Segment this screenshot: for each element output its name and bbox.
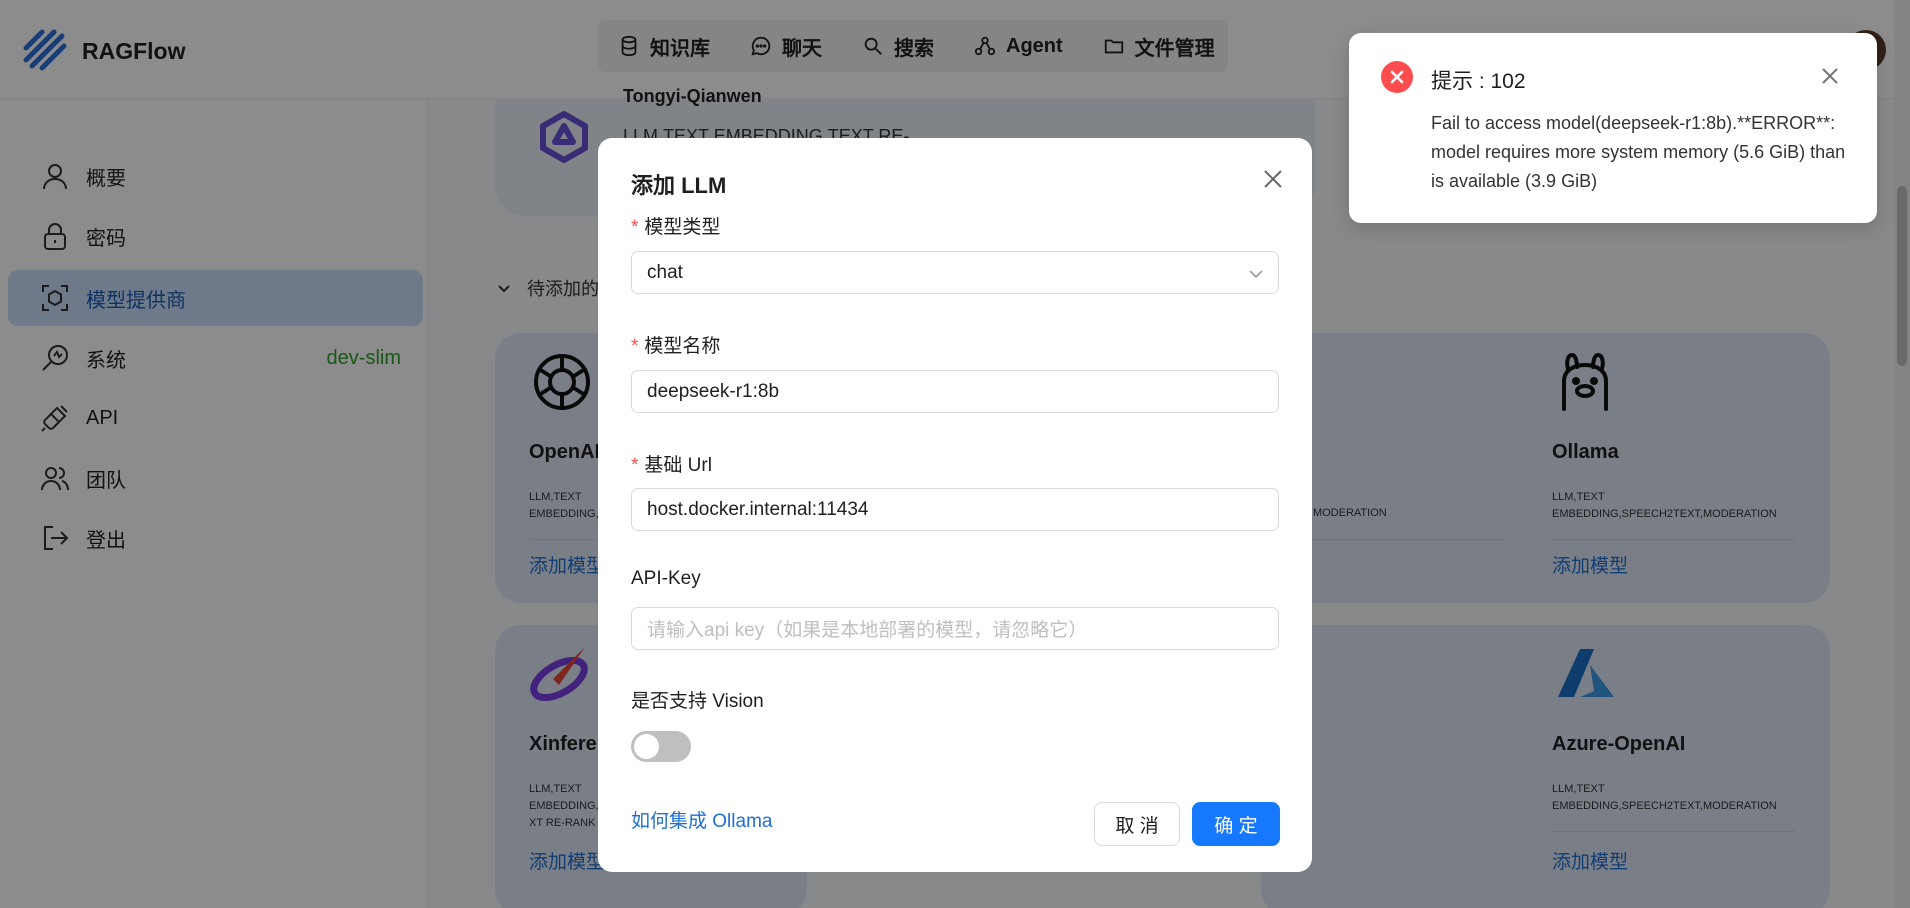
model-name-input[interactable]: deepseek-r1:8b: [631, 370, 1279, 413]
notification-title: 提示 : 102: [1431, 70, 1526, 93]
vision-toggle[interactable]: [631, 731, 691, 762]
error-notification: 提示 : 102 Fail to access model(deepseek-r…: [1349, 33, 1877, 223]
close-icon[interactable]: [1260, 166, 1286, 192]
base-url-input[interactable]: host.docker.internal:11434: [631, 488, 1279, 531]
selected-value: chat: [647, 261, 683, 283]
model-type-select[interactable]: chat: [631, 251, 1279, 294]
label-text: 模型类型: [644, 217, 721, 238]
label-text: 模型名称: [644, 336, 721, 357]
notification-message: Fail to access model(deepseek-r1:8b).**E…: [1431, 113, 1846, 191]
close-icon[interactable]: [1819, 65, 1841, 87]
chevron-down-icon: [1249, 270, 1263, 279]
label-text: 基础 Url: [644, 455, 712, 476]
error-icon: [1381, 61, 1413, 93]
add-llm-modal: 添加 LLM * 模型类型 chat * 模型名称 deepseek-r1:8b *…: [598, 138, 1312, 872]
confirm-button[interactable]: 确 定: [1192, 802, 1280, 846]
api-key-input[interactable]: 请输入api key（如果是本地部署的模型，请忽略它）: [631, 607, 1279, 650]
base-url-label: * 基础 Url: [631, 455, 712, 476]
vision-support-label: 是否支持 Vision: [631, 691, 764, 712]
modal-title: 添加 LLM: [631, 173, 727, 198]
cancel-button[interactable]: 取 消: [1094, 802, 1180, 846]
model-type-label: * 模型类型: [631, 217, 721, 238]
model-name-label: * 模型名称: [631, 336, 721, 357]
api-key-label: API-Key: [631, 568, 701, 589]
toggle-knob: [634, 734, 659, 759]
ollama-help-link[interactable]: 如何集成 Ollama: [631, 806, 772, 833]
